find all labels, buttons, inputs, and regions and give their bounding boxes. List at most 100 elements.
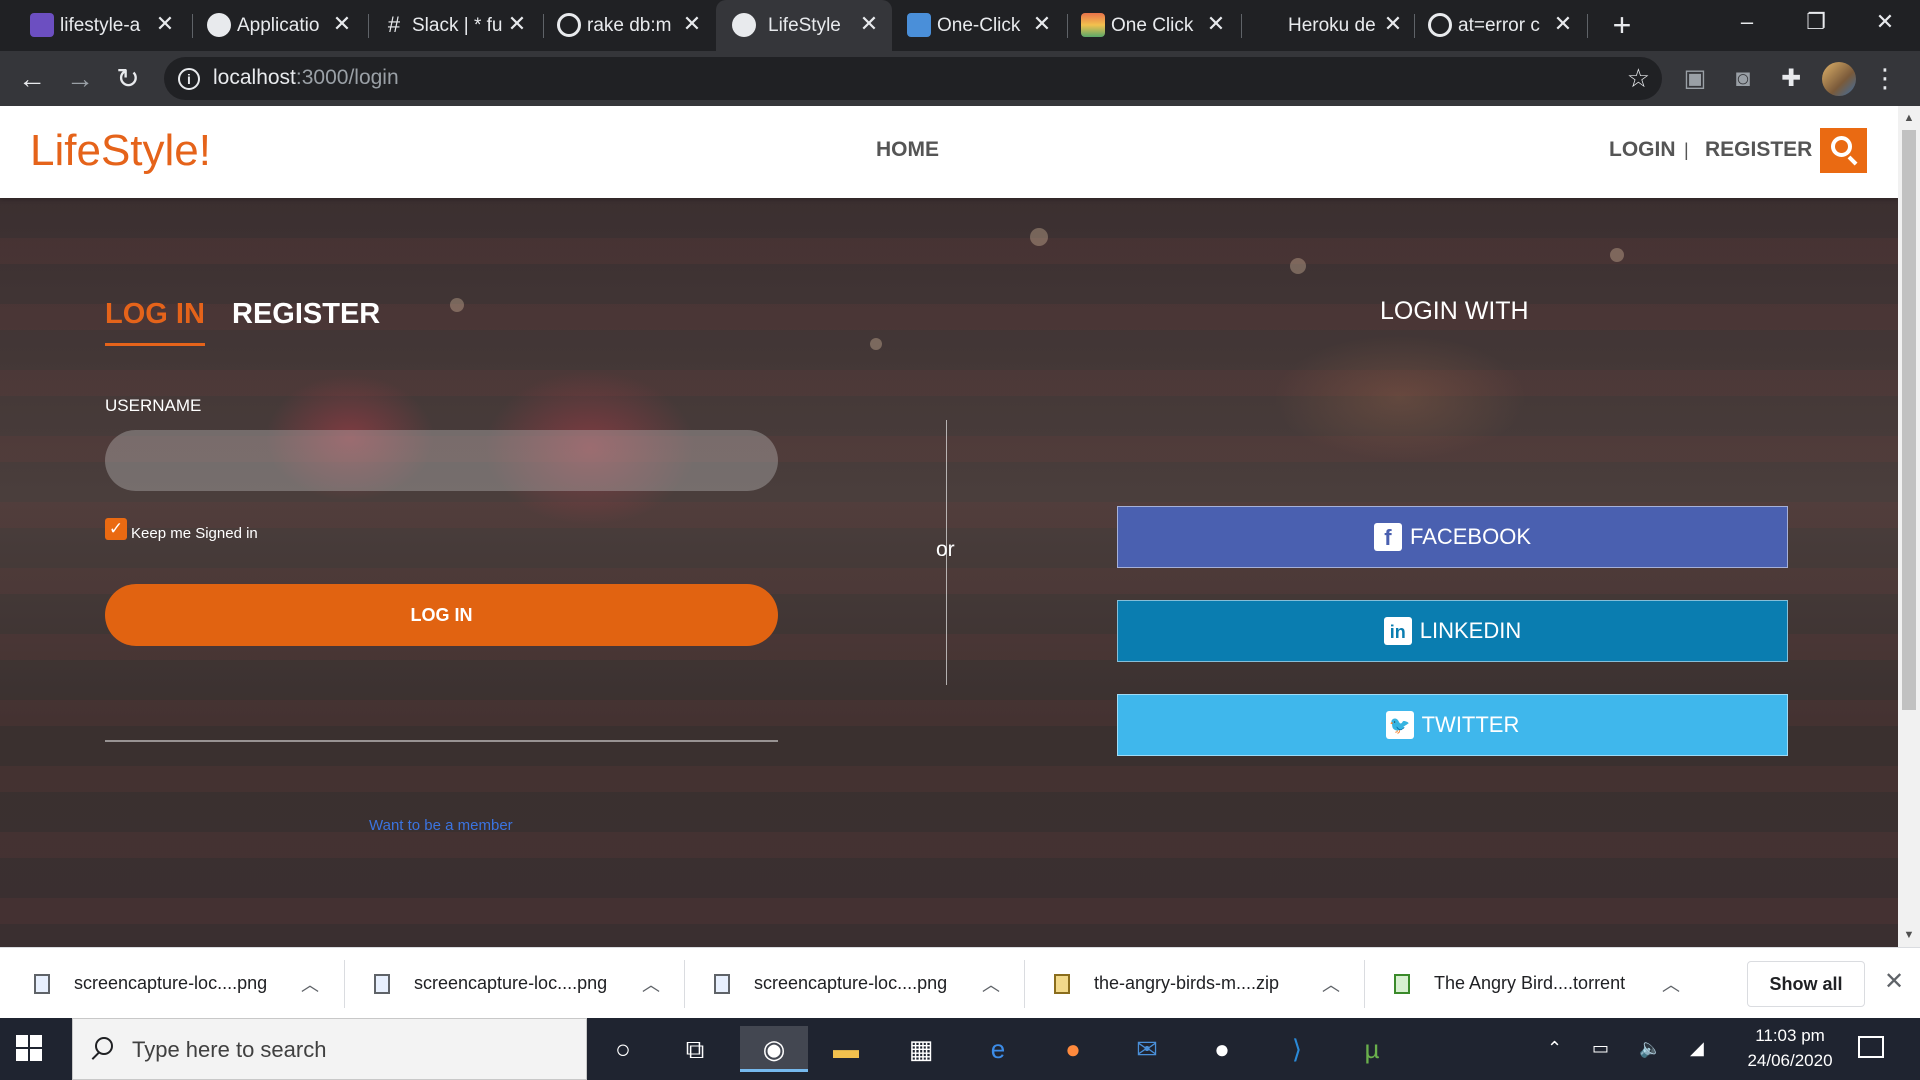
- reload-button[interactable]: ↻: [108, 59, 148, 99]
- battery-icon[interactable]: ▭: [1592, 1038, 1609, 1059]
- file-explorer-icon[interactable]: ▬: [823, 1026, 869, 1072]
- download-item[interactable]: screencapture-loc....png ︿: [374, 948, 664, 1019]
- download-item[interactable]: the-angry-birds-m....zip ︿: [1054, 948, 1344, 1019]
- taskbar-search-box[interactable]: Type here to search: [72, 1018, 587, 1080]
- clock-time[interactable]: 11:03 pm: [1745, 1026, 1835, 1046]
- edge-icon[interactable]: e: [975, 1026, 1021, 1072]
- chevron-up-icon[interactable]: ︿: [982, 971, 1000, 997]
- page-scrollbar[interactable]: ▲ ▼: [1898, 106, 1920, 947]
- cortana-icon[interactable]: ○: [600, 1026, 646, 1072]
- windows-start-icon[interactable]: [16, 1035, 44, 1063]
- download-file-name: screencapture-loc....png: [74, 973, 268, 993]
- download-item[interactable]: The Angry Bird....torrent ︿: [1394, 948, 1684, 1019]
- tab-login[interactable]: LOG IN: [105, 298, 205, 346]
- zip-file-icon: [1054, 973, 1070, 994]
- download-separator: [344, 960, 345, 1008]
- browser-tab[interactable]: at=error c ✕: [1428, 0, 1578, 51]
- login-hero: LOG IN REGISTER USERNAME ✓ Keep me Signe…: [0, 198, 1898, 947]
- close-icon[interactable]: ✕: [854, 9, 884, 39]
- address-bar[interactable]: i localhost:3000/login ☆: [164, 57, 1662, 100]
- firefox-icon[interactable]: ●: [1050, 1026, 1096, 1072]
- browser-tab[interactable]: lifestyle-a ✕: [30, 0, 180, 51]
- close-icon[interactable]: ✕: [1201, 9, 1231, 39]
- scrollbar-thumb[interactable]: [1902, 130, 1916, 710]
- site-search-button[interactable]: [1820, 128, 1867, 173]
- download-separator: [1364, 960, 1365, 1008]
- close-icon[interactable]: ✕: [1548, 9, 1578, 39]
- facebook-login-button[interactable]: f FACEBOOK: [1117, 506, 1788, 568]
- close-icon[interactable]: ✕: [1880, 968, 1908, 996]
- minimize-button[interactable]: –: [1718, 0, 1776, 44]
- volume-icon[interactable]: 🔈: [1639, 1038, 1661, 1059]
- windows-taskbar: Type here to search ○ ⧉ ◉ ▬ ▦ e ● ✉ ● ⟩ …: [0, 1018, 1920, 1080]
- site-logo[interactable]: LifeStyle!: [30, 126, 211, 176]
- close-icon[interactable]: ✕: [502, 9, 532, 39]
- chevron-up-icon[interactable]: ︿: [1662, 971, 1680, 997]
- bookmark-star-icon[interactable]: ☆: [1627, 63, 1650, 94]
- background-light: [450, 298, 464, 312]
- clock-date[interactable]: 24/06/2020: [1735, 1051, 1845, 1071]
- restore-button[interactable]: ❐: [1787, 0, 1845, 44]
- download-item[interactable]: screencapture-loc....png ︿: [34, 948, 324, 1019]
- username-input[interactable]: [105, 430, 778, 491]
- globe-icon: [207, 13, 231, 37]
- task-view-icon[interactable]: ⧉: [672, 1026, 718, 1072]
- mail-icon[interactable]: ✉: [1124, 1026, 1170, 1072]
- linkedin-login-button[interactable]: in LINKEDIN: [1117, 600, 1788, 662]
- start-tile: [30, 1035, 42, 1047]
- browser-tab[interactable]: Applicatio ✕: [207, 0, 357, 51]
- close-icon[interactable]: ✕: [327, 9, 357, 39]
- close-icon[interactable]: ✕: [150, 9, 180, 39]
- browser-tab[interactable]: rake db:m ✕: [557, 0, 707, 51]
- forward-button[interactable]: →: [60, 59, 100, 99]
- chevron-up-icon[interactable]: ︿: [301, 971, 319, 997]
- keep-signed-in-label[interactable]: Keep me Signed in: [131, 525, 258, 542]
- show-all-button[interactable]: Show all: [1747, 961, 1865, 1007]
- browser-tab[interactable]: One Click ✕: [1081, 0, 1231, 51]
- member-link[interactable]: Want to be a member: [369, 817, 513, 834]
- search-icon-handle: [91, 1052, 100, 1060]
- new-tab-button[interactable]: +: [1604, 8, 1640, 44]
- chrome-icon[interactable]: ◉: [740, 1026, 808, 1072]
- wifi-icon[interactable]: ◢: [1690, 1038, 1704, 1059]
- notification-icon[interactable]: [1858, 1036, 1884, 1058]
- nav-home-link[interactable]: HOME: [876, 138, 939, 162]
- info-icon[interactable]: i: [178, 68, 200, 90]
- download-item[interactable]: screencapture-loc....png ︿: [714, 948, 1004, 1019]
- extension-copy-icon[interactable]: ▣: [1678, 62, 1712, 96]
- github-icon[interactable]: ●: [1199, 1026, 1245, 1072]
- download-separator: [1024, 960, 1025, 1008]
- window-close-button[interactable]: ✕: [1856, 0, 1914, 44]
- url-host: localhost: [213, 66, 296, 89]
- browser-tab[interactable]: One-Click ✕: [907, 0, 1057, 51]
- utorrent-icon[interactable]: µ: [1349, 1026, 1395, 1072]
- linkedin-label: LINKEDIN: [1419, 618, 1522, 643]
- menu-dots-icon[interactable]: ⋮: [1870, 61, 1900, 97]
- browser-tab[interactable]: # Slack | * fu ✕: [382, 0, 532, 51]
- chevron-up-icon[interactable]: ︿: [642, 971, 660, 997]
- close-icon[interactable]: ✕: [1027, 9, 1057, 39]
- nav-login-link[interactable]: LOGIN: [1609, 138, 1676, 162]
- nav-register-link[interactable]: REGISTER: [1705, 138, 1812, 162]
- browser-tab[interactable]: Heroku de ✕: [1258, 0, 1408, 51]
- chevron-up-icon[interactable]: ︿: [1322, 971, 1340, 997]
- scroll-up-icon[interactable]: ▲: [1898, 108, 1920, 128]
- twitter-label: TWITTER: [1421, 712, 1520, 737]
- url-text[interactable]: localhost:3000/login: [213, 66, 399, 90]
- chevron-up-icon[interactable]: ⌃: [1547, 1038, 1562, 1059]
- close-icon[interactable]: ✕: [677, 9, 707, 39]
- camera-icon[interactable]: ◙: [1726, 62, 1760, 96]
- extensions-puzzle-icon[interactable]: ✚: [1774, 62, 1808, 96]
- profile-avatar[interactable]: [1822, 62, 1856, 96]
- browser-tab-active[interactable]: LifeStyle ✕: [716, 0, 892, 51]
- store-icon[interactable]: ▦: [898, 1026, 944, 1072]
- keep-signed-in-checkbox[interactable]: ✓: [105, 518, 127, 540]
- tab-register[interactable]: REGISTER: [232, 298, 380, 331]
- tab-title: One Click: [1111, 14, 1194, 36]
- login-button[interactable]: LOG IN: [105, 584, 778, 646]
- vscode-icon[interactable]: ⟩: [1274, 1026, 1320, 1072]
- scroll-down-icon[interactable]: ▼: [1898, 925, 1920, 945]
- back-button[interactable]: ←: [12, 59, 52, 99]
- close-icon[interactable]: ✕: [1378, 9, 1408, 39]
- twitter-login-button[interactable]: 🐦 TWITTER: [1117, 694, 1788, 756]
